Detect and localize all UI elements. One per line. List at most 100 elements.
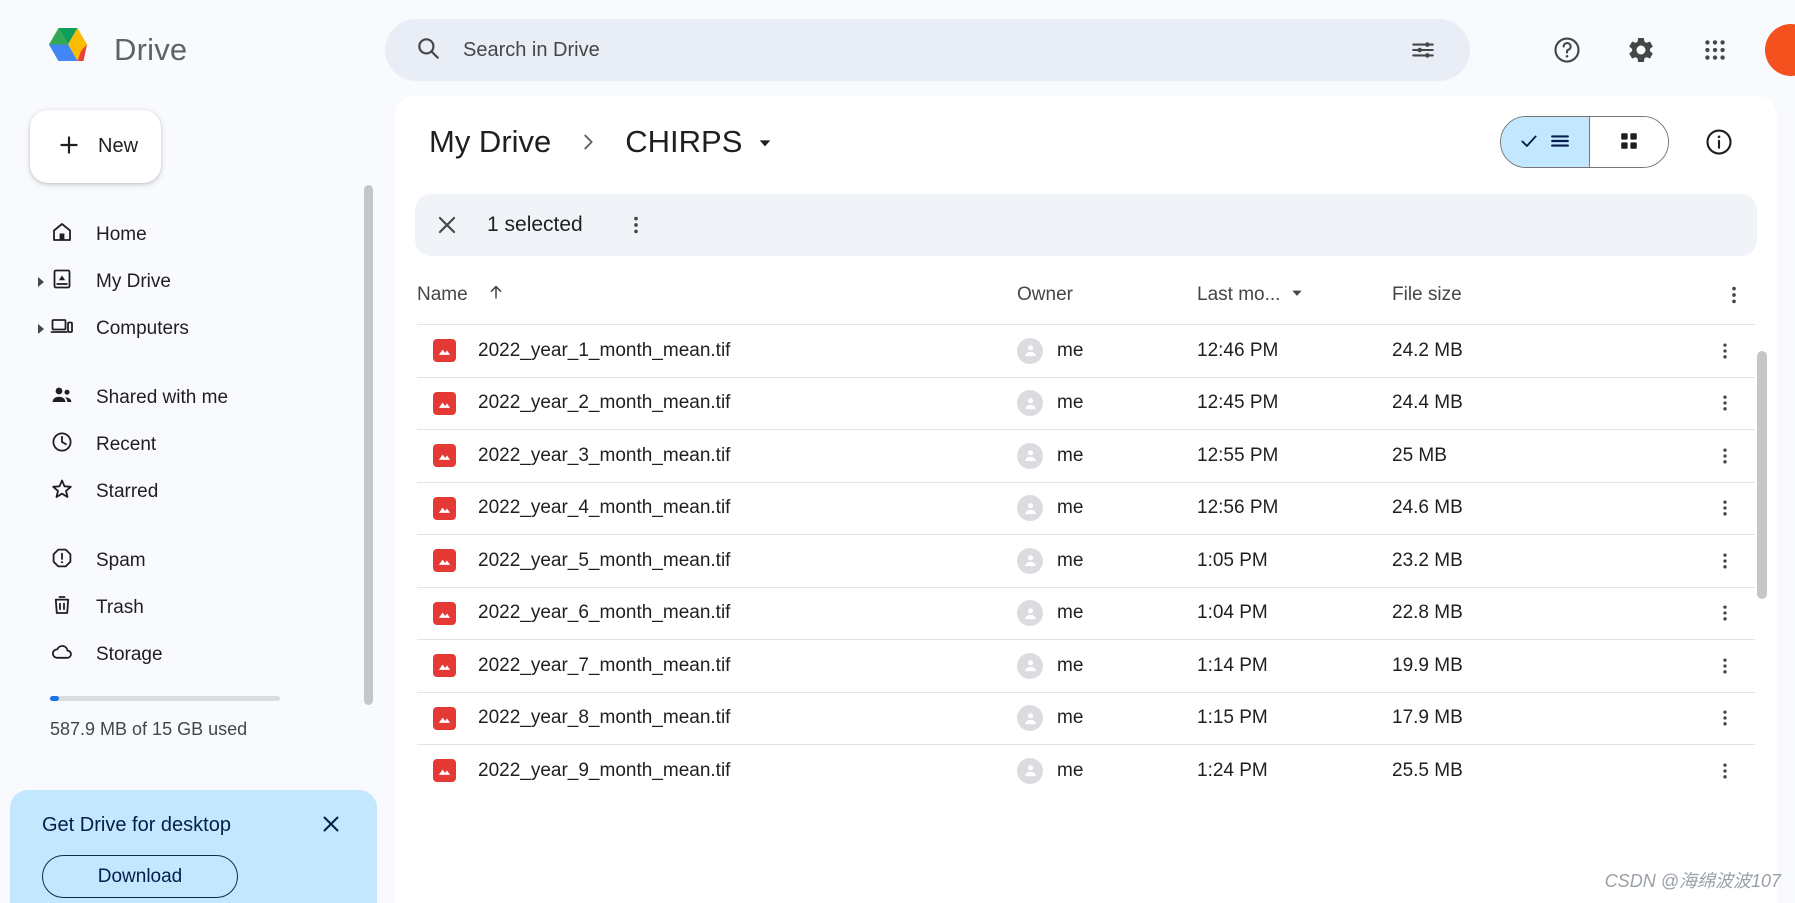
table-body: 2022_year_1_month_mean.tif me 12:46 PM 24.2… [417,324,1755,797]
table-row[interactable]: 2022_year_9_month_mean.tif me 1:24 PM 25.5 … [417,744,1755,797]
table-row[interactable]: 2022_year_4_month_mean.tif me 12:56 PM 24.6… [417,481,1755,535]
row-more-button[interactable] [1705,331,1745,371]
sidebar-item-label: Recent [96,433,157,455]
sidebar-item-label: My Drive [96,270,171,292]
file-name-label: 2022_year_3_month_mean.tif [478,444,731,466]
file-name-cell[interactable]: 2022_year_2_month_mean.tif [417,391,1017,415]
table-row[interactable]: 2022_year_3_month_mean.tif me 12:55 PM 25 M… [417,429,1755,482]
column-header-owner[interactable]: Owner [1017,284,1197,306]
new-button[interactable]: New [30,110,161,183]
sidebar-item-shared-with-me[interactable]: Shared with me [0,374,340,421]
avatar[interactable] [1765,24,1795,76]
file-name-cell[interactable]: 2022_year_9_month_mean.tif [417,759,1017,783]
help-icon[interactable] [1543,26,1591,74]
file-modified-cell: 1:04 PM [1197,602,1268,624]
download-button[interactable]: Download [42,855,238,898]
search-bar[interactable] [385,19,1470,81]
file-size-cell: 25.5 MB [1392,759,1463,781]
drive-desktop-promo: Get Drive for desktop Download [10,790,377,903]
row-more-button[interactable] [1705,751,1745,791]
star-icon [50,477,74,506]
table-row[interactable]: 2022_year_7_month_mean.tif me 1:14 PM 19.9 … [417,639,1755,692]
table-row[interactable]: 2022_year_6_month_mean.tif me 1:04 PM 22.8 … [417,586,1755,640]
sidebar-item-my-drive[interactable]: My Drive [0,258,340,305]
caret-down-icon [1290,284,1304,306]
file-name-cell[interactable]: 2022_year_1_month_mean.tif [417,339,1017,363]
sidebar-item-home[interactable]: Home [0,211,340,258]
column-header-more[interactable] [1562,284,1755,306]
table-row[interactable]: 2022_year_1_month_mean.tif me 12:46 PM 24.2… [417,324,1755,377]
file-owner-label: me [1057,549,1084,571]
file-name-cell[interactable]: 2022_year_7_month_mean.tif [417,654,1017,678]
search-input[interactable] [463,38,1380,62]
close-icon[interactable] [319,812,343,839]
list-view-icon [1549,130,1571,155]
row-more-button[interactable] [1705,541,1745,581]
selection-count-label: 1 selected [487,213,583,236]
gear-icon[interactable] [1617,26,1665,74]
owner-avatar-icon [1017,600,1043,627]
file-name-cell[interactable]: 2022_year_3_month_mean.tif [417,444,1017,468]
selection-more-button[interactable] [613,202,659,248]
list-view-button[interactable] [1501,117,1589,167]
file-name-cell[interactable]: 2022_year_5_month_mean.tif [417,549,1017,573]
file-table: Name Owner Last mo... File size 2022_yea… [395,266,1777,797]
row-more-button[interactable] [1705,646,1745,686]
info-icon[interactable] [1695,118,1743,166]
sidebar-item-computers[interactable]: Computers [0,305,340,352]
row-more-button[interactable] [1705,593,1745,633]
sidebar-item-spam[interactable]: Spam [0,537,340,584]
sidebar-item-starred[interactable]: Starred [0,468,340,515]
breadcrumb-my-drive[interactable]: My Drive [417,118,563,166]
sidebar-item-recent[interactable]: Recent [0,421,340,468]
column-header-name[interactable]: Name [417,282,1017,308]
table-row[interactable]: 2022_year_8_month_mean.tif me 1:15 PM 17.9 … [417,691,1755,745]
owner-avatar-icon [1017,495,1043,522]
file-owner-label: me [1057,759,1084,781]
row-more-button[interactable] [1705,436,1745,476]
file-modified-cell: 12:45 PM [1197,392,1279,414]
trash-icon [50,593,74,622]
column-header-name-label: Name [417,284,468,305]
table-row[interactable]: 2022_year_2_month_mean.tif me 12:45 PM 24.4… [417,376,1755,430]
sidebar-item-storage[interactable]: Storage [0,631,340,678]
file-name-cell[interactable]: 2022_year_8_month_mean.tif [417,706,1017,730]
row-more-button[interactable] [1705,488,1745,528]
owner-avatar-icon [1017,390,1043,417]
row-more-button[interactable] [1705,698,1745,738]
chevron-right-icon[interactable] [38,276,44,287]
plus-icon [56,132,82,161]
file-size-cell: 25 MB [1392,444,1447,466]
file-name-cell[interactable]: 2022_year_6_month_mean.tif [417,601,1017,625]
spam-icon [50,546,74,575]
sidebar-scrollbar[interactable] [364,185,373,705]
sidebar-item-trash[interactable]: Trash [0,584,340,631]
check-icon [1519,131,1539,154]
breadcrumb-current-folder[interactable]: CHIRPS [613,118,786,166]
my-drive-icon [50,267,74,296]
grid-view-icon [1618,130,1640,155]
file-actions-cell [1562,436,1755,476]
table-row[interactable]: 2022_year_5_month_mean.tif me 1:05 PM 23.2 … [417,534,1755,587]
file-modified-cell: 12:55 PM [1197,444,1279,466]
file-name-cell[interactable]: 2022_year_4_month_mean.tif [417,496,1017,520]
chevron-right-icon[interactable] [38,323,44,334]
owner-avatar-icon [1017,652,1043,679]
apps-grid-icon[interactable] [1691,26,1739,74]
clear-selection-button[interactable] [421,199,473,251]
column-header-size[interactable]: File size [1392,284,1562,306]
column-header-modified[interactable]: Last mo... [1197,284,1392,306]
grid-view-button[interactable] [1590,117,1668,167]
file-owner-cell: me [1017,442,1197,469]
sidebar-item-label: Trash [96,596,144,618]
file-list-scrollbar[interactable] [1757,351,1767,599]
row-more-button[interactable] [1705,383,1745,423]
file-name-label: 2022_year_8_month_mean.tif [478,707,731,729]
view-toggle [1500,116,1669,168]
tune-icon[interactable] [1402,29,1444,71]
brand[interactable]: Drive [0,25,385,75]
file-owner-label: me [1057,339,1084,361]
new-button-label: New [98,135,139,157]
file-name-label: 2022_year_7_month_mean.tif [478,654,731,676]
image-file-icon [433,549,456,573]
